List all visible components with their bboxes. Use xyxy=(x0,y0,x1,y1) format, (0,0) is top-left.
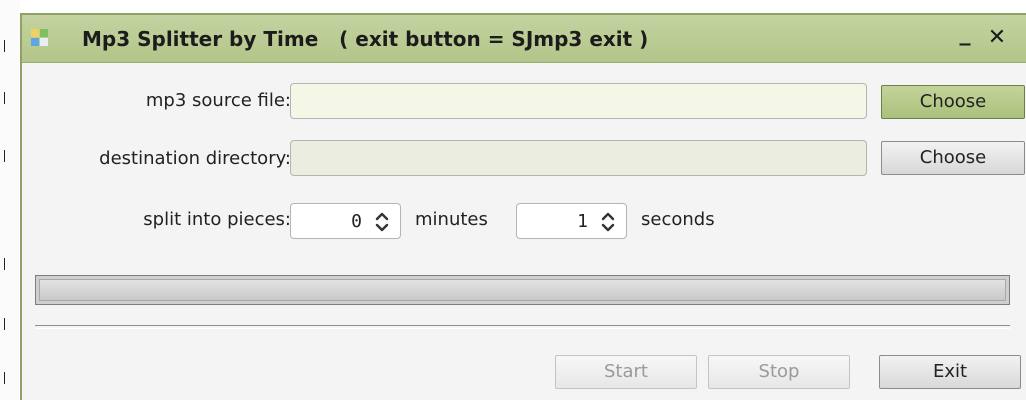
destination-directory-label: destination directory: xyxy=(99,148,291,169)
progress-track xyxy=(39,279,1006,301)
seconds-spinner[interactable]: 1 xyxy=(516,203,627,239)
seconds-label: seconds xyxy=(641,209,715,230)
split-into-pieces-label: split into pieces: xyxy=(143,209,291,230)
window-title: Mp3 Splitter by Time ( exit button = SJm… xyxy=(82,27,649,51)
edge-mark xyxy=(4,40,5,52)
minutes-label: minutes xyxy=(415,209,488,230)
close-button[interactable]: ✕ xyxy=(984,25,1010,51)
minutes-spinner[interactable]: 0 xyxy=(290,203,401,239)
spinner-arrows-icon[interactable] xyxy=(600,210,616,234)
source-file-input[interactable] xyxy=(290,83,867,119)
mp3-splitter-window: Mp3 Splitter by Time ( exit button = SJm… xyxy=(20,13,1026,400)
app-icon xyxy=(31,29,49,47)
title-bar[interactable]: Mp3 Splitter by Time ( exit button = SJm… xyxy=(22,15,1026,63)
choose-source-button[interactable]: Choose xyxy=(881,85,1025,119)
edge-mark xyxy=(4,258,5,270)
seconds-value[interactable]: 1 xyxy=(577,211,588,232)
start-button[interactable]: Start xyxy=(555,355,697,389)
edge-mark xyxy=(4,150,5,162)
minutes-value[interactable]: 0 xyxy=(351,211,362,232)
spinner-arrows-icon[interactable] xyxy=(374,210,390,234)
edge-mark xyxy=(4,92,5,104)
stop-button[interactable]: Stop xyxy=(708,355,850,389)
exit-button[interactable]: Exit xyxy=(879,355,1021,389)
progress-bar xyxy=(35,275,1010,305)
edge-mark xyxy=(4,318,5,330)
source-file-label: mp3 source file: xyxy=(145,90,291,111)
choose-destination-button[interactable]: Choose xyxy=(881,141,1025,175)
background-window-edge xyxy=(0,0,20,400)
minimize-button[interactable]: _ xyxy=(952,21,978,47)
destination-directory-input[interactable] xyxy=(290,140,867,176)
separator xyxy=(35,325,1010,329)
edge-mark xyxy=(4,372,5,384)
